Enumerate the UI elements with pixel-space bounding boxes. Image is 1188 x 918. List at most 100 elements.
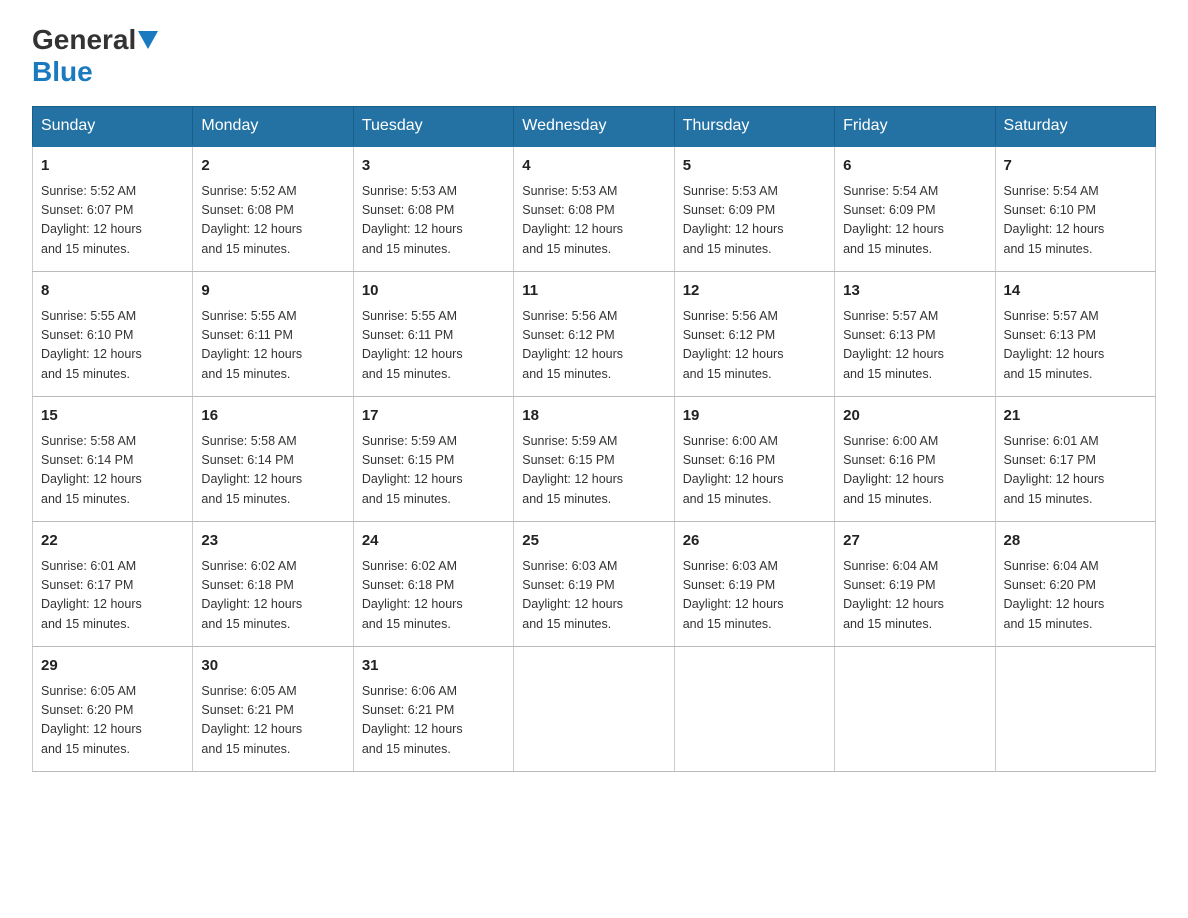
calendar-cell: 11 Sunrise: 5:56 AMSunset: 6:12 PMDaylig…	[514, 272, 674, 397]
calendar-header-friday: Friday	[835, 107, 995, 147]
calendar-cell: 31 Sunrise: 6:06 AMSunset: 6:21 PMDaylig…	[353, 647, 513, 772]
day-number: 5	[683, 155, 826, 178]
day-info: Sunrise: 6:04 AMSunset: 6:19 PMDaylight:…	[843, 557, 986, 635]
day-info: Sunrise: 6:05 AMSunset: 6:20 PMDaylight:…	[41, 682, 184, 760]
page-header: General Blue	[32, 24, 1156, 88]
logo: General Blue	[32, 24, 160, 88]
day-number: 3	[362, 155, 505, 178]
day-info: Sunrise: 6:02 AMSunset: 6:18 PMDaylight:…	[201, 557, 344, 635]
calendar-cell: 2 Sunrise: 5:52 AMSunset: 6:08 PMDayligh…	[193, 146, 353, 272]
calendar-cell: 7 Sunrise: 5:54 AMSunset: 6:10 PMDayligh…	[995, 146, 1155, 272]
logo-blue-text: Blue	[32, 56, 93, 87]
calendar-cell: 12 Sunrise: 5:56 AMSunset: 6:12 PMDaylig…	[674, 272, 834, 397]
day-number: 12	[683, 280, 826, 303]
day-info: Sunrise: 6:04 AMSunset: 6:20 PMDaylight:…	[1004, 557, 1147, 635]
calendar-header-saturday: Saturday	[995, 107, 1155, 147]
day-info: Sunrise: 5:59 AMSunset: 6:15 PMDaylight:…	[362, 432, 505, 510]
day-info: Sunrise: 5:54 AMSunset: 6:10 PMDaylight:…	[1004, 182, 1147, 260]
calendar-cell	[995, 647, 1155, 772]
calendar-week-row: 1 Sunrise: 5:52 AMSunset: 6:07 PMDayligh…	[33, 146, 1156, 272]
calendar-cell	[514, 647, 674, 772]
day-number: 15	[41, 405, 184, 428]
calendar-cell: 16 Sunrise: 5:58 AMSunset: 6:14 PMDaylig…	[193, 397, 353, 522]
day-info: Sunrise: 5:54 AMSunset: 6:09 PMDaylight:…	[843, 182, 986, 260]
day-number: 9	[201, 280, 344, 303]
day-number: 21	[1004, 405, 1147, 428]
calendar-week-row: 22 Sunrise: 6:01 AMSunset: 6:17 PMDaylig…	[33, 522, 1156, 647]
calendar-cell: 3 Sunrise: 5:53 AMSunset: 6:08 PMDayligh…	[353, 146, 513, 272]
day-number: 4	[522, 155, 665, 178]
day-info: Sunrise: 5:56 AMSunset: 6:12 PMDaylight:…	[683, 307, 826, 385]
calendar-cell: 17 Sunrise: 5:59 AMSunset: 6:15 PMDaylig…	[353, 397, 513, 522]
calendar-header-monday: Monday	[193, 107, 353, 147]
day-number: 24	[362, 530, 505, 553]
calendar-cell: 18 Sunrise: 5:59 AMSunset: 6:15 PMDaylig…	[514, 397, 674, 522]
day-number: 31	[362, 655, 505, 678]
day-info: Sunrise: 5:58 AMSunset: 6:14 PMDaylight:…	[41, 432, 184, 510]
calendar-cell: 4 Sunrise: 5:53 AMSunset: 6:08 PMDayligh…	[514, 146, 674, 272]
day-info: Sunrise: 5:52 AMSunset: 6:08 PMDaylight:…	[201, 182, 344, 260]
calendar-header-thursday: Thursday	[674, 107, 834, 147]
calendar-cell: 23 Sunrise: 6:02 AMSunset: 6:18 PMDaylig…	[193, 522, 353, 647]
calendar-cell: 24 Sunrise: 6:02 AMSunset: 6:18 PMDaylig…	[353, 522, 513, 647]
day-number: 29	[41, 655, 184, 678]
day-info: Sunrise: 5:52 AMSunset: 6:07 PMDaylight:…	[41, 182, 184, 260]
day-number: 20	[843, 405, 986, 428]
calendar-header-wednesday: Wednesday	[514, 107, 674, 147]
day-number: 30	[201, 655, 344, 678]
calendar-cell: 5 Sunrise: 5:53 AMSunset: 6:09 PMDayligh…	[674, 146, 834, 272]
calendar-week-row: 15 Sunrise: 5:58 AMSunset: 6:14 PMDaylig…	[33, 397, 1156, 522]
day-info: Sunrise: 6:01 AMSunset: 6:17 PMDaylight:…	[41, 557, 184, 635]
day-info: Sunrise: 6:03 AMSunset: 6:19 PMDaylight:…	[683, 557, 826, 635]
day-number: 28	[1004, 530, 1147, 553]
calendar-table: SundayMondayTuesdayWednesdayThursdayFrid…	[32, 106, 1156, 772]
day-number: 25	[522, 530, 665, 553]
calendar-week-row: 29 Sunrise: 6:05 AMSunset: 6:20 PMDaylig…	[33, 647, 1156, 772]
day-number: 2	[201, 155, 344, 178]
day-info: Sunrise: 6:03 AMSunset: 6:19 PMDaylight:…	[522, 557, 665, 635]
day-number: 7	[1004, 155, 1147, 178]
day-info: Sunrise: 6:06 AMSunset: 6:21 PMDaylight:…	[362, 682, 505, 760]
day-number: 23	[201, 530, 344, 553]
calendar-cell: 27 Sunrise: 6:04 AMSunset: 6:19 PMDaylig…	[835, 522, 995, 647]
calendar-cell: 8 Sunrise: 5:55 AMSunset: 6:10 PMDayligh…	[33, 272, 193, 397]
day-info: Sunrise: 5:55 AMSunset: 6:11 PMDaylight:…	[201, 307, 344, 385]
calendar-cell: 26 Sunrise: 6:03 AMSunset: 6:19 PMDaylig…	[674, 522, 834, 647]
calendar-cell: 25 Sunrise: 6:03 AMSunset: 6:19 PMDaylig…	[514, 522, 674, 647]
day-info: Sunrise: 5:58 AMSunset: 6:14 PMDaylight:…	[201, 432, 344, 510]
day-info: Sunrise: 5:55 AMSunset: 6:10 PMDaylight:…	[41, 307, 184, 385]
day-info: Sunrise: 6:00 AMSunset: 6:16 PMDaylight:…	[843, 432, 986, 510]
day-number: 6	[843, 155, 986, 178]
calendar-cell: 9 Sunrise: 5:55 AMSunset: 6:11 PMDayligh…	[193, 272, 353, 397]
calendar-cell: 21 Sunrise: 6:01 AMSunset: 6:17 PMDaylig…	[995, 397, 1155, 522]
day-info: Sunrise: 5:57 AMSunset: 6:13 PMDaylight:…	[843, 307, 986, 385]
day-number: 13	[843, 280, 986, 303]
day-info: Sunrise: 6:02 AMSunset: 6:18 PMDaylight:…	[362, 557, 505, 635]
day-info: Sunrise: 6:00 AMSunset: 6:16 PMDaylight:…	[683, 432, 826, 510]
calendar-cell: 22 Sunrise: 6:01 AMSunset: 6:17 PMDaylig…	[33, 522, 193, 647]
calendar-cell: 13 Sunrise: 5:57 AMSunset: 6:13 PMDaylig…	[835, 272, 995, 397]
calendar-header-row: SundayMondayTuesdayWednesdayThursdayFrid…	[33, 107, 1156, 147]
calendar-cell: 15 Sunrise: 5:58 AMSunset: 6:14 PMDaylig…	[33, 397, 193, 522]
day-number: 1	[41, 155, 184, 178]
day-info: Sunrise: 5:55 AMSunset: 6:11 PMDaylight:…	[362, 307, 505, 385]
logo-general-text: General	[32, 24, 136, 56]
day-number: 22	[41, 530, 184, 553]
calendar-header-tuesday: Tuesday	[353, 107, 513, 147]
calendar-header-sunday: Sunday	[33, 107, 193, 147]
calendar-cell	[674, 647, 834, 772]
calendar-cell: 6 Sunrise: 5:54 AMSunset: 6:09 PMDayligh…	[835, 146, 995, 272]
day-info: Sunrise: 5:59 AMSunset: 6:15 PMDaylight:…	[522, 432, 665, 510]
day-number: 26	[683, 530, 826, 553]
day-number: 19	[683, 405, 826, 428]
calendar-cell: 28 Sunrise: 6:04 AMSunset: 6:20 PMDaylig…	[995, 522, 1155, 647]
calendar-cell: 30 Sunrise: 6:05 AMSunset: 6:21 PMDaylig…	[193, 647, 353, 772]
day-number: 17	[362, 405, 505, 428]
calendar-cell	[835, 647, 995, 772]
logo-triangle-icon	[138, 31, 158, 49]
calendar-week-row: 8 Sunrise: 5:55 AMSunset: 6:10 PMDayligh…	[33, 272, 1156, 397]
day-number: 27	[843, 530, 986, 553]
day-info: Sunrise: 5:53 AMSunset: 6:08 PMDaylight:…	[522, 182, 665, 260]
day-info: Sunrise: 5:57 AMSunset: 6:13 PMDaylight:…	[1004, 307, 1147, 385]
day-number: 10	[362, 280, 505, 303]
